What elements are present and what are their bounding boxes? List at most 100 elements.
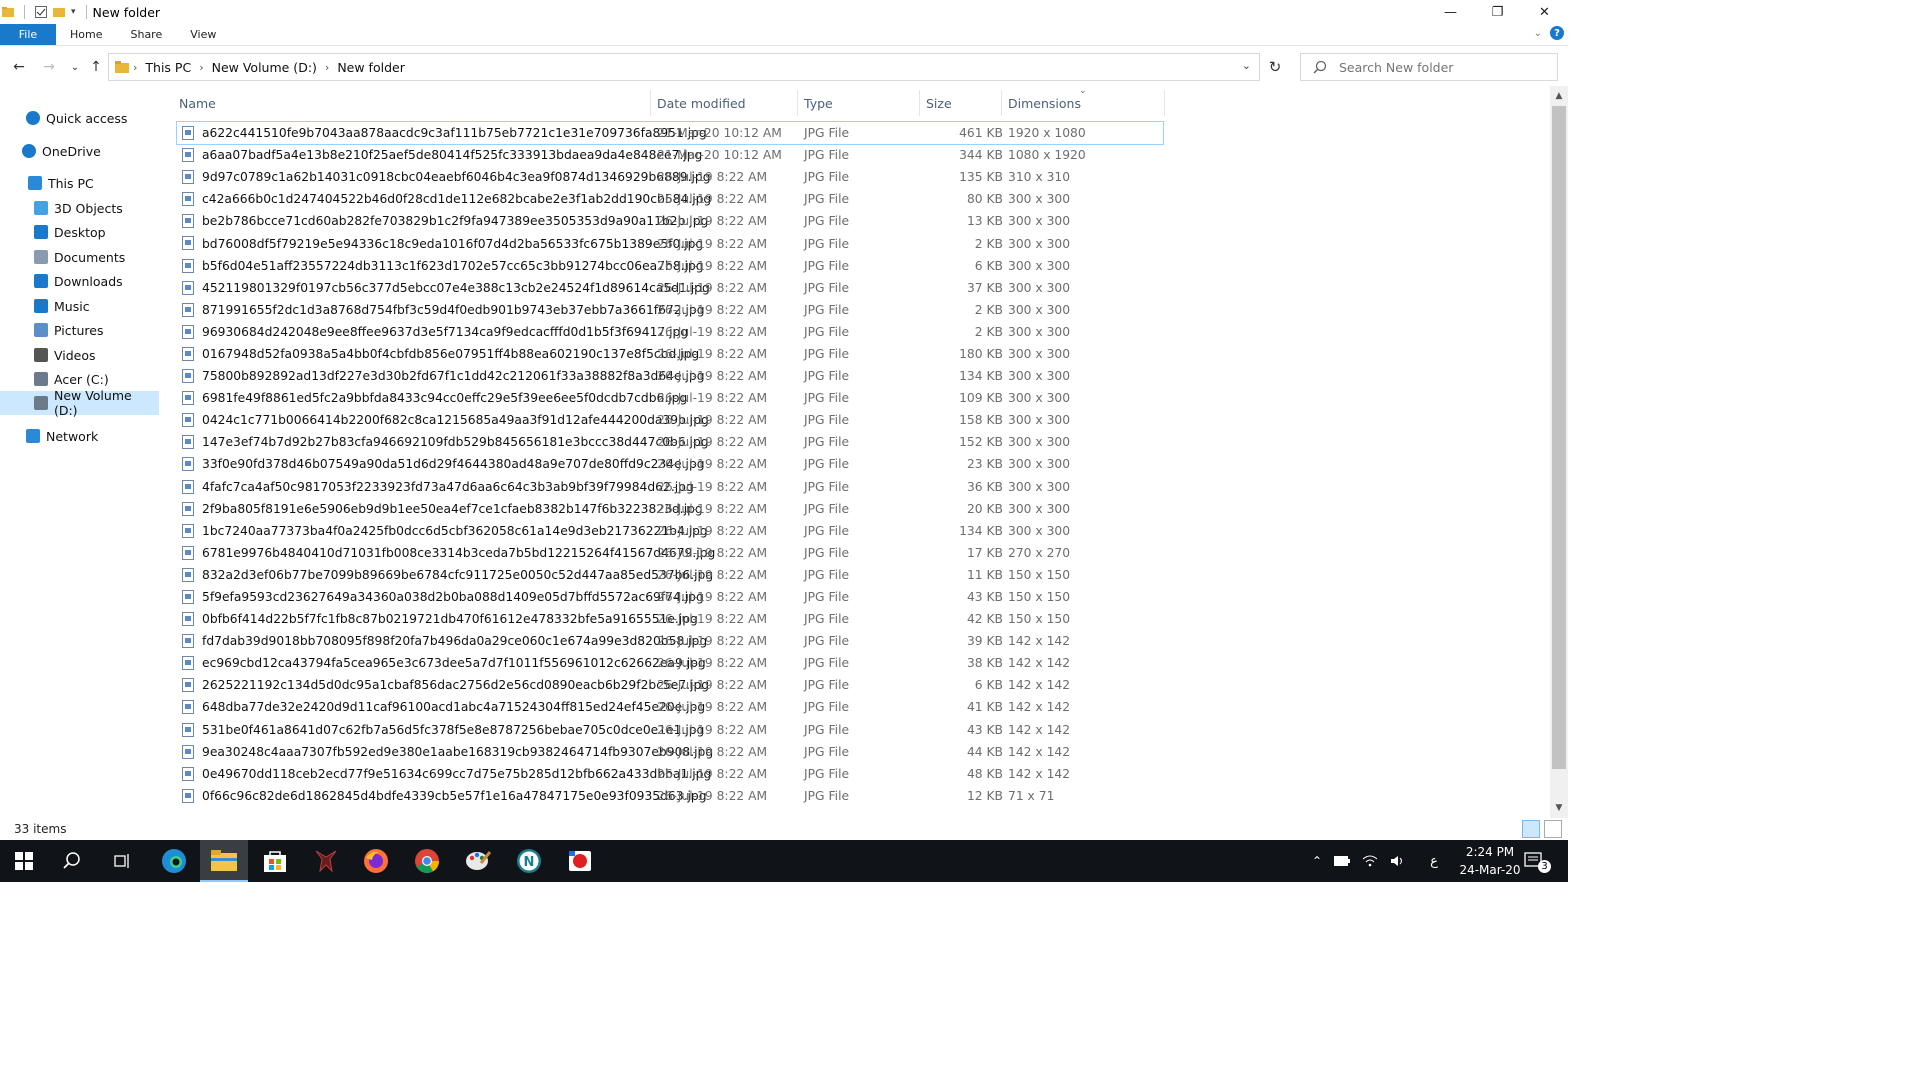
help-icon[interactable]: ? <box>1550 26 1564 40</box>
back-button[interactable]: ← <box>8 56 30 78</box>
table-row[interactable]: 75800b892892ad13df227e3d30b2fd67f1c1dd42… <box>177 365 1163 387</box>
forward-button[interactable]: → <box>38 56 60 78</box>
table-row[interactable]: 147e3ef74b7d92b27b83cfa946692109fdb529b8… <box>177 431 1163 453</box>
tab-view[interactable]: View <box>176 24 230 45</box>
table-row[interactable]: 96930684d242048e9ee8ffee9637d3e5f7134ca9… <box>177 321 1163 343</box>
scroll-down-button[interactable]: ▼ <box>1550 800 1568 816</box>
sidebar-item-this-pc[interactable]: This PC <box>28 171 94 195</box>
up-button[interactable]: ↑ <box>85 56 107 78</box>
table-row[interactable]: 9d97c0789c1a62b14031c0918cbc04eaebf6046b… <box>177 166 1163 188</box>
tab-file[interactable]: File <box>0 24 56 45</box>
sidebar-item-videos[interactable]: Videos <box>34 343 96 367</box>
table-row[interactable]: 9ea30248c4aaa7307fb592ed9e380e1aabe16831… <box>177 741 1163 763</box>
refresh-button[interactable]: ↻ <box>1262 53 1288 81</box>
table-row[interactable]: 452119801329f0197cb56c377d5ebcc07e4e388c… <box>177 277 1163 299</box>
address-bar[interactable]: › This PC › New Volume (D:) › New folder… <box>108 53 1260 81</box>
scrollbar-thumb[interactable] <box>1552 106 1566 769</box>
start-button[interactable] <box>0 840 48 882</box>
tab-home[interactable]: Home <box>56 24 116 45</box>
table-row[interactable]: 0f66c96c82de6d1862845d4bdfe4339cb5e57f1e… <box>177 785 1163 807</box>
column-header-size[interactable]: Size <box>920 90 1002 116</box>
sidebar-item-pictures[interactable]: Pictures <box>34 318 104 342</box>
battery-icon[interactable] <box>1334 856 1351 866</box>
task-view-button[interactable] <box>98 840 146 882</box>
table-row[interactable]: 1bc7240aa77373ba4f0a2425fb0dcc6d5cbf3620… <box>177 520 1163 542</box>
sidebar-item-3d-objects[interactable]: 3D Objects <box>34 196 123 220</box>
large-icons-view-button[interactable] <box>1544 820 1562 838</box>
table-row[interactable]: a622c441510fe9b7043aa878aacdc9c3af111b75… <box>176 120 1164 146</box>
edge-app[interactable] <box>150 840 198 882</box>
table-row[interactable]: 4fafc7ca4af50c9817053f2233923fd73a47d6aa… <box>177 476 1163 498</box>
table-row[interactable]: 0bfb6f414d22b5f7fc1fb8c87b0219721db470f6… <box>177 608 1163 630</box>
table-row[interactable]: b5f6d04e51aff23557224db3113c1f623d1702e5… <box>177 255 1163 277</box>
search-button[interactable] <box>48 840 96 882</box>
table-row[interactable]: 33f0e90fd378d46b07549a90da51d6d29f464438… <box>177 453 1163 475</box>
table-row[interactable]: 6981fe49f8861ed5fc2a9bbfda8433c94cc0effc… <box>177 387 1163 409</box>
column-header-type[interactable]: Type <box>798 90 920 116</box>
table-row[interactable]: bd76008df5f79219e5e94336c18c9eda1016f07d… <box>177 232 1163 254</box>
new-folder-icon[interactable] <box>53 6 65 18</box>
minimize-button[interactable]: — <box>1427 0 1474 24</box>
app-icon[interactable] <box>454 840 502 882</box>
column-header-name[interactable]: Name <box>173 90 651 116</box>
chevron-right-icon[interactable]: › <box>129 61 141 74</box>
table-row[interactable]: 0424c1c771b0066414b2200f682c8ca1215685a4… <box>177 409 1163 431</box>
properties-icon[interactable] <box>35 6 47 18</box>
table-row[interactable]: 6781e9976b4840410d71031fb008ce3314b3ceda… <box>177 542 1163 564</box>
chevron-right-icon[interactable]: › <box>321 61 333 74</box>
clock[interactable]: 2:24 PM 24-Mar-20 <box>1450 843 1530 879</box>
table-row[interactable]: 0e49670dd118ceb2ecd77f9e51634c699cc7d75e… <box>177 763 1163 785</box>
breadcrumb-new-volume[interactable]: New Volume (D:) <box>208 60 321 75</box>
table-row[interactable]: 648dba77de32e2420d9d11caf96100acd1abc4a7… <box>177 696 1163 718</box>
search-input[interactable] <box>1339 59 1539 75</box>
breadcrumb-new-folder[interactable]: New folder <box>333 60 409 75</box>
chevron-up-icon[interactable]: ⌃ <box>1312 854 1322 868</box>
sidebar-item-documents[interactable]: Documents <box>34 245 125 269</box>
sidebar-item-new-volume-d[interactable]: New Volume (D:) <box>0 388 159 418</box>
close-button[interactable]: ✕ <box>1521 0 1568 24</box>
expand-ribbon-icon[interactable]: ⌄ <box>1534 28 1542 39</box>
table-row[interactable]: 832a2d3ef06b77be7099b89669be6784cfc91172… <box>177 564 1163 586</box>
red-app[interactable] <box>556 840 604 882</box>
table-row[interactable]: 0167948d52fa0938a5a4bb0f4cbfdb856e07951f… <box>177 343 1163 365</box>
game-app[interactable] <box>302 840 350 882</box>
breadcrumb-this-pc[interactable]: This PC <box>141 60 195 75</box>
sidebar-item-desktop[interactable]: Desktop <box>34 220 106 244</box>
sidebar-item-network[interactable]: Network <box>26 424 98 448</box>
sidebar-item-quick-access[interactable]: Quick access <box>26 106 127 130</box>
sidebar-item-onedrive[interactable]: OneDrive <box>22 139 101 163</box>
column-header-date-modified[interactable]: Date modified <box>651 90 798 116</box>
table-row[interactable]: ec969cbd12ca43794fa5cea965e3c673dee5a7d7… <box>177 652 1163 674</box>
scroll-up-button[interactable]: ▲ <box>1550 88 1568 104</box>
chevron-right-icon[interactable]: › <box>195 61 207 74</box>
recent-locations-button[interactable]: ⌄ <box>64 56 86 78</box>
input-language[interactable]: ع <box>1430 854 1438 869</box>
chevron-down-icon[interactable]: ⌄ <box>1242 59 1251 72</box>
table-row[interactable]: 5f9efa9593cd23627649a34360a038d2b0ba088d… <box>177 586 1163 608</box>
table-row[interactable]: 2625221192c134d5d0dc95a1cbaf856dac2756d2… <box>177 674 1163 696</box>
sidebar-item-music[interactable]: Music <box>34 294 90 318</box>
chrome-app[interactable] <box>403 840 451 882</box>
table-row[interactable]: fd7dab39d9018bb708095f898f20fa7b496da0a2… <box>177 630 1163 652</box>
file-name: 75800b892892ad13df227e3d30b2fd67f1c1dd42… <box>202 369 705 384</box>
wifi-icon[interactable] <box>1362 855 1378 867</box>
firefox-app[interactable] <box>352 840 400 882</box>
table-row[interactable]: be2b786bcce71cd60ab282fe703829b1c2f9fa94… <box>177 210 1163 232</box>
maximize-button[interactable]: ❐ <box>1474 0 1521 24</box>
search-box[interactable] <box>1300 53 1558 81</box>
table-row[interactable]: 2f9ba805f8191e6e5906eb9d9b1ee50ea4ef7ce1… <box>177 498 1163 520</box>
sidebar-item-downloads[interactable]: Downloads <box>34 269 123 293</box>
table-row[interactable]: a6aa07badf5a4e13b8e210f25aef5de80414f525… <box>177 144 1163 166</box>
details-view-button[interactable] <box>1522 820 1540 838</box>
notes-app[interactable]: N <box>505 840 553 882</box>
vertical-scrollbar[interactable]: ▲ ▼ <box>1550 86 1568 818</box>
customize-toolbar-icon[interactable]: ▾ <box>71 7 76 17</box>
volume-icon[interactable] <box>1390 855 1406 867</box>
table-row[interactable]: 531be0f461a8641d07c62fb7a56d5fc378f5e8e8… <box>177 719 1163 741</box>
action-center-button[interactable]: 3 <box>1524 840 1551 882</box>
tab-share[interactable]: Share <box>116 24 176 45</box>
file-explorer-app[interactable] <box>200 840 248 882</box>
store-app[interactable] <box>251 840 299 882</box>
table-row[interactable]: 871991655f2dc1d3a8768d754fbf3c59d4f0edb9… <box>177 299 1163 321</box>
table-row[interactable]: c42a666b0c1d247404522b46d0f28cd1de112e68… <box>177 188 1163 210</box>
